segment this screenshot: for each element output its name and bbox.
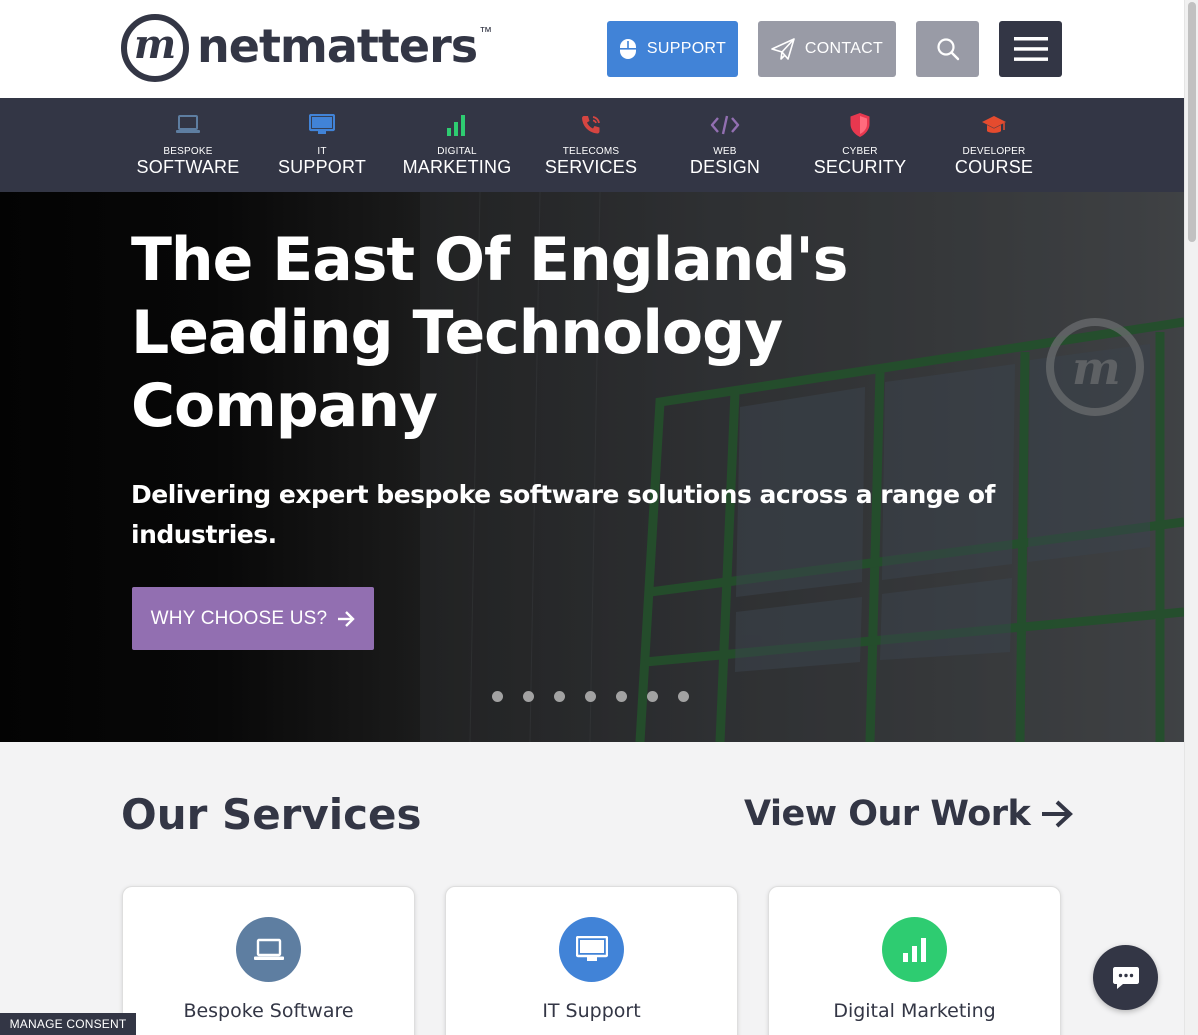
view-our-work-link[interactable]: View Our Work (744, 794, 1074, 834)
logo-letter: m (133, 21, 177, 68)
arrow-right-icon (1042, 800, 1074, 828)
bar-chart-icon (882, 917, 947, 982)
search-button[interactable] (916, 21, 979, 77)
nav-small-label: TELECOMS (562, 146, 620, 157)
nav-small-label: DEVELOPER (962, 146, 1026, 157)
hero-carousel: m The East Of England's Leading Technolo… (0, 192, 1184, 742)
nav-small-label: IT (317, 146, 327, 157)
carousel-dot[interactable] (616, 691, 627, 702)
nav-item-telecoms-services[interactable]: TELECOMS SERVICES (524, 98, 658, 192)
nav-item-cyber-security[interactable]: CYBER SECURITY (793, 98, 927, 192)
nav-big-label: SOFTWARE (136, 157, 240, 177)
laptop-icon (236, 917, 301, 982)
monitor-icon (559, 917, 624, 982)
support-label: SUPPORT (646, 40, 727, 57)
nav-small-label: CYBER (842, 146, 878, 157)
page-scrollbar[interactable] (1184, 0, 1198, 1035)
services-title: Our Services (121, 790, 422, 839)
nav-big-label: DESIGN (689, 157, 761, 177)
shield-icon (849, 112, 871, 138)
nav-item-developer-course[interactable]: DEVELOPER COURSE (927, 98, 1061, 192)
service-card-bespoke-software[interactable]: Bespoke Software (122, 886, 415, 1035)
chat-bubble-icon (1112, 966, 1139, 989)
graduation-cap-icon (981, 112, 1007, 138)
contact-button[interactable]: CONTACT (758, 21, 896, 77)
carousel-dot[interactable] (585, 691, 596, 702)
nav-item-bespoke-software[interactable]: BESPOKE SOFTWARE (121, 98, 255, 192)
service-card-label: Digital Marketing (833, 1000, 996, 1022)
nav-big-label: MARKETING (402, 157, 512, 177)
chat-button[interactable] (1093, 945, 1158, 1010)
logo-text: netmatters (197, 19, 478, 73)
nav-big-label: COURSE (954, 157, 1034, 177)
code-icon (710, 112, 740, 138)
scrollbar-thumb[interactable] (1188, 2, 1196, 242)
service-card-digital-marketing[interactable]: Digital Marketing (768, 886, 1061, 1035)
arrow-right-icon (338, 610, 356, 627)
service-card-it-support[interactable]: IT Support (445, 886, 738, 1035)
carousel-dot[interactable] (492, 691, 503, 702)
carousel-dots (492, 691, 689, 702)
bar-chart-icon (446, 112, 468, 138)
netmatters-logo[interactable]: m netmatters ™ (121, 14, 492, 82)
contact-label: CONTACT (804, 40, 884, 57)
hamburger-menu-icon (1013, 37, 1048, 61)
logo-mark: m (121, 14, 189, 82)
carousel-dot[interactable] (523, 691, 534, 702)
paper-plane-icon (771, 38, 795, 60)
services-nav: BESPOKE SOFTWARE IT SUPPORT DIGITAL MARK… (0, 98, 1184, 192)
logo-trademark: ™ (479, 24, 493, 39)
nav-small-label: WEB (713, 146, 737, 157)
hero-subtitle: Delivering expert bespoke software solut… (131, 480, 995, 549)
mouse-icon (619, 39, 636, 59)
cta-label: WHY CHOOSE US? (150, 607, 328, 629)
support-button[interactable]: SUPPORT (607, 21, 738, 77)
search-icon (936, 38, 959, 61)
why-choose-us-button[interactable]: WHY CHOOSE US? (132, 587, 374, 650)
hero-title: The East Of England's Leading Technology… (131, 225, 848, 441)
manage-consent-button[interactable]: MANAGE CONSENT (0, 1013, 136, 1035)
carousel-dot[interactable] (554, 691, 565, 702)
nav-big-label: SERVICES (544, 157, 638, 177)
menu-button[interactable] (999, 21, 1062, 77)
nav-small-label: BESPOKE (163, 146, 213, 157)
service-card-label: Bespoke Software (183, 1000, 354, 1022)
nav-item-it-support[interactable]: IT SUPPORT (255, 98, 389, 192)
laptop-icon (175, 112, 201, 138)
nav-item-web-design[interactable]: WEB DESIGN (658, 98, 792, 192)
phone-icon (580, 112, 602, 138)
nav-small-label: DIGITAL (437, 146, 477, 157)
nav-item-digital-marketing[interactable]: DIGITAL MARKETING (390, 98, 524, 192)
view-work-label: View Our Work (744, 794, 1031, 834)
site-header: m netmatters ™ SUPPORT CONTACT (0, 0, 1184, 98)
service-card-label: IT Support (542, 1000, 641, 1022)
carousel-dot[interactable] (678, 691, 689, 702)
carousel-dot[interactable] (647, 691, 658, 702)
nav-big-label: SECURITY (813, 157, 907, 177)
monitor-icon (309, 112, 335, 138)
nav-big-label: SUPPORT (277, 157, 367, 177)
